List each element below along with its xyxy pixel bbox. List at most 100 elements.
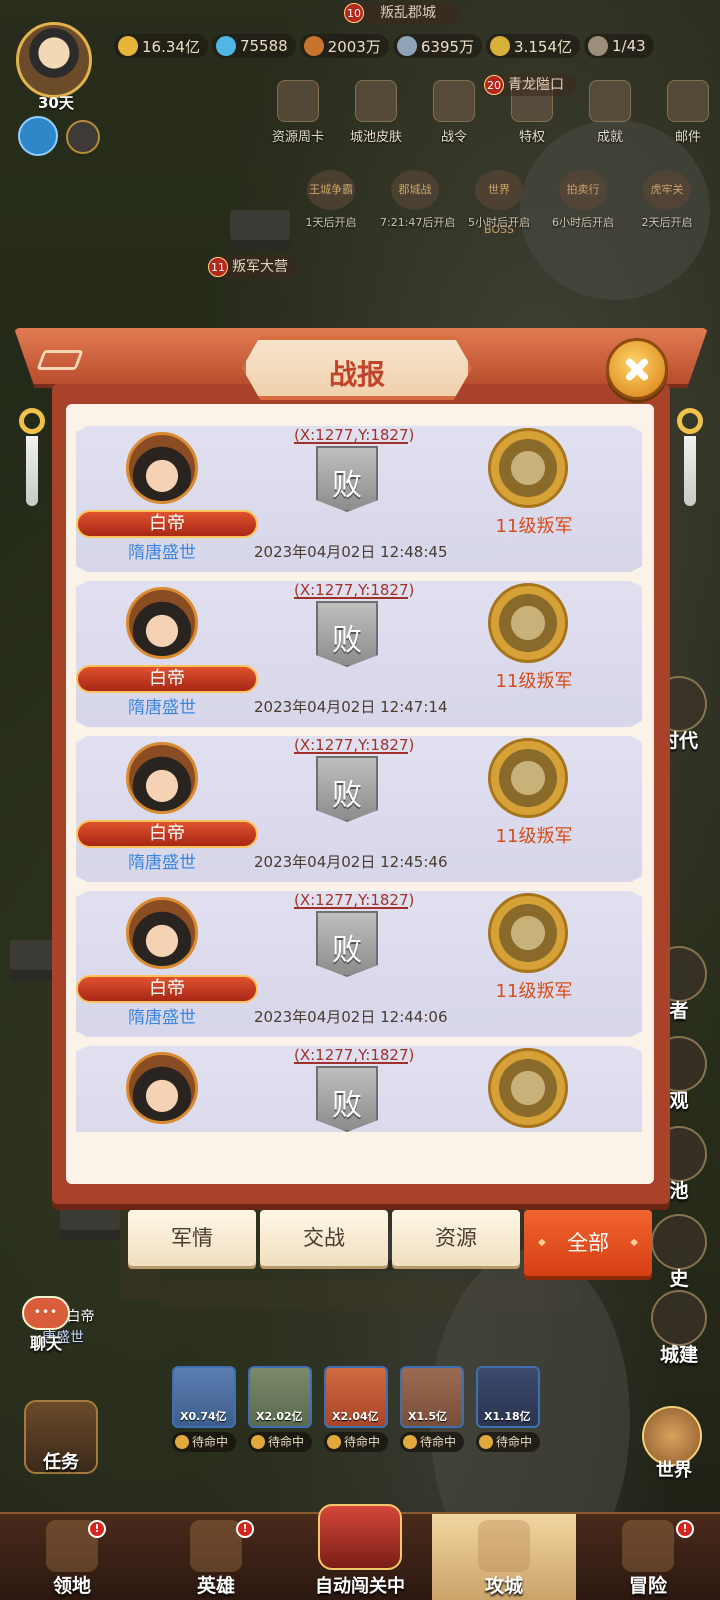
battle-result: 败 xyxy=(332,778,362,813)
report-item[interactable]: 白帝 隋唐盛世 (X:1277,Y:1827) 败 2023年04月02日 12… xyxy=(76,891,642,1037)
battle-result: 败 xyxy=(332,933,362,968)
resource-grain[interactable]: 3.154亿 xyxy=(486,34,580,58)
tab-all[interactable]: 全部 xyxy=(524,1210,652,1276)
nav-attack-city[interactable]: 攻城 xyxy=(432,1514,576,1600)
troop-count: X2.04亿 xyxy=(332,1410,379,1423)
nav-territory[interactable]: ! 领地 xyxy=(0,1514,144,1600)
report-item[interactable]: 白帝 隋唐盛世 (X:1277,Y:1827) 败 2023年04月02日 12… xyxy=(76,581,642,727)
county-war-event-icon: 郡城战 xyxy=(391,170,439,210)
battle-order-button[interactable]: 战令 xyxy=(426,80,482,145)
chat-button[interactable]: 聊天 xyxy=(22,1296,70,1354)
nav-label: 冒险 xyxy=(628,1575,667,1597)
resource-value: 3.154亿 xyxy=(514,37,572,56)
side-feature-icon xyxy=(651,1214,707,1270)
event-timer: 5小时后开启 xyxy=(468,216,530,229)
resource-value: 6395万 xyxy=(420,37,475,56)
stone-icon xyxy=(396,36,417,56)
chat-label: 聊天 xyxy=(29,1334,62,1353)
map-location-text: 青龙隘口 xyxy=(508,77,564,93)
task-button[interactable]: 任务 xyxy=(24,1400,98,1474)
troop-slot[interactable]: X2.04亿待命中 xyxy=(324,1366,388,1452)
event-auction[interactable]: 拍卖行 6小时后开启 xyxy=(548,170,618,230)
hero-portrait xyxy=(126,432,198,504)
event-pass[interactable]: 虎牢关 2天后开启 xyxy=(632,170,702,230)
defeat-banner-icon: 败 xyxy=(316,601,378,667)
hero-portrait xyxy=(126,742,198,814)
troop-slot[interactable]: X1.18亿 待命中 xyxy=(476,1366,540,1452)
weather-icon[interactable] xyxy=(18,116,58,156)
auto-pass-icon xyxy=(318,1504,402,1570)
nav-label: 自动闯关中 xyxy=(315,1576,405,1597)
left-tassel-ornament xyxy=(18,408,46,506)
troop-count: X2.02亿 xyxy=(256,1410,303,1423)
level-badge: 11 xyxy=(208,257,228,277)
grain-icon xyxy=(490,36,511,56)
resource-diamond[interactable]: 75588 xyxy=(211,34,296,58)
resource-card-button[interactable]: 资源周卡 xyxy=(270,80,326,145)
tab-military-intel[interactable]: 军情 xyxy=(128,1210,256,1266)
battle-result: 败 xyxy=(332,1088,362,1123)
report-item[interactable]: (X:1277,Y:1827) 败 xyxy=(76,1046,642,1132)
nav-auto-pass[interactable]: 自动闯关中 xyxy=(288,1504,432,1600)
coordinates-underline xyxy=(294,752,408,754)
defeat-banner-icon: 败 xyxy=(316,446,378,512)
alliance-name[interactable]: 隋唐盛世 xyxy=(128,848,196,873)
crown-icon[interactable] xyxy=(66,120,100,154)
world-button[interactable]: 世界 xyxy=(642,1406,706,1482)
side-button-5[interactable]: 史 xyxy=(648,1214,710,1291)
nav-label: 领地 xyxy=(52,1575,91,1597)
event-world-boss[interactable]: 世界BOSS 5小时后开启 xyxy=(464,170,534,236)
city-build-button[interactable]: 城建 xyxy=(648,1290,710,1367)
rebel-army-icon xyxy=(488,738,568,818)
close-button[interactable] xyxy=(606,338,668,400)
tab-resource[interactable]: 资源 xyxy=(392,1210,520,1266)
roof-ornament xyxy=(36,350,84,370)
report-item[interactable]: 白帝 隋唐盛世 (X:1277,Y:1827) 败 2023年04月02日 12… xyxy=(76,426,642,572)
resource-stone[interactable]: 6395万 xyxy=(392,34,483,58)
troop-status: 待命中 xyxy=(324,1432,388,1452)
notification-badge: ! xyxy=(676,1520,694,1538)
report-item[interactable]: 白帝 隋唐盛世 (X:1277,Y:1827) 败 2023年04月02日 12… xyxy=(76,736,642,882)
dialog-title: 战报 xyxy=(328,358,385,391)
mail-button[interactable]: 邮件 xyxy=(660,80,716,145)
tab-combat[interactable]: 交战 xyxy=(260,1210,388,1266)
resource-copper[interactable]: 2003万 xyxy=(299,34,389,58)
resource-troop[interactable]: 1/43 xyxy=(584,34,654,58)
battle-time: 2023年04月02日 12:44:06 xyxy=(254,1008,448,1026)
troop-slot[interactable]: X2.02亿 待命中 xyxy=(248,1366,312,1452)
enemy-name: 11级叛军 xyxy=(495,516,573,537)
player-avatar[interactable] xyxy=(16,22,92,98)
troop-slot[interactable]: X1.5亿 待命中 xyxy=(400,1366,464,1452)
alliance-name[interactable]: 隋唐盛世 xyxy=(128,538,196,563)
achievement-button[interactable]: 成就 xyxy=(582,80,638,145)
resource-card-icon xyxy=(277,80,319,122)
resource-gold[interactable]: 16.34亿 xyxy=(114,34,208,58)
report-filter-tabs: 军情 交战 资源 全部 xyxy=(128,1210,652,1276)
battle-result: 败 xyxy=(332,468,362,503)
world-label: 世界 xyxy=(656,1460,692,1481)
notification-badge: ! xyxy=(236,1520,254,1538)
event-timer: 2天后开启 xyxy=(641,216,693,229)
event-king-city[interactable]: 王城争霸 1天后开启 xyxy=(296,170,366,230)
hero-portrait xyxy=(126,1052,198,1124)
feature-label: 战令 xyxy=(440,130,467,145)
feature-label: 邮件 xyxy=(674,130,701,145)
alliance-name[interactable]: 隋唐盛世 xyxy=(128,1003,196,1028)
alliance-name[interactable]: 隋唐盛世 xyxy=(128,693,196,718)
hero-portrait xyxy=(126,897,198,969)
nav-adventure[interactable]: ! 冒险 xyxy=(576,1514,720,1600)
hero-name: 白帝 xyxy=(76,665,258,693)
city-skin-button[interactable]: 城池皮肤 xyxy=(348,80,404,145)
troop-slot[interactable]: X0.74亿 待命中 xyxy=(172,1366,236,1452)
resource-value: 1/43 xyxy=(612,37,646,55)
city-skin-icon xyxy=(355,80,397,122)
nav-hero[interactable]: ! 英雄 xyxy=(144,1514,288,1600)
side-label: 城建 xyxy=(659,1344,698,1366)
diamond-icon xyxy=(215,36,236,56)
dialog-title-plaque: 战报 xyxy=(242,336,472,400)
event-timer: 6小时后开启 xyxy=(552,216,614,229)
report-list[interactable]: 白帝 隋唐盛世 (X:1277,Y:1827) 败 2023年04月02日 12… xyxy=(76,426,642,1132)
attack-city-icon xyxy=(478,1520,530,1572)
event-county-war[interactable]: 郡城战 7:21:47后开启 xyxy=(380,170,455,230)
battle-report-dialog: 战报 白帝 隋唐盛世 (X:1277,Y:1827) 败 2023年04月02日… xyxy=(14,318,708,1214)
